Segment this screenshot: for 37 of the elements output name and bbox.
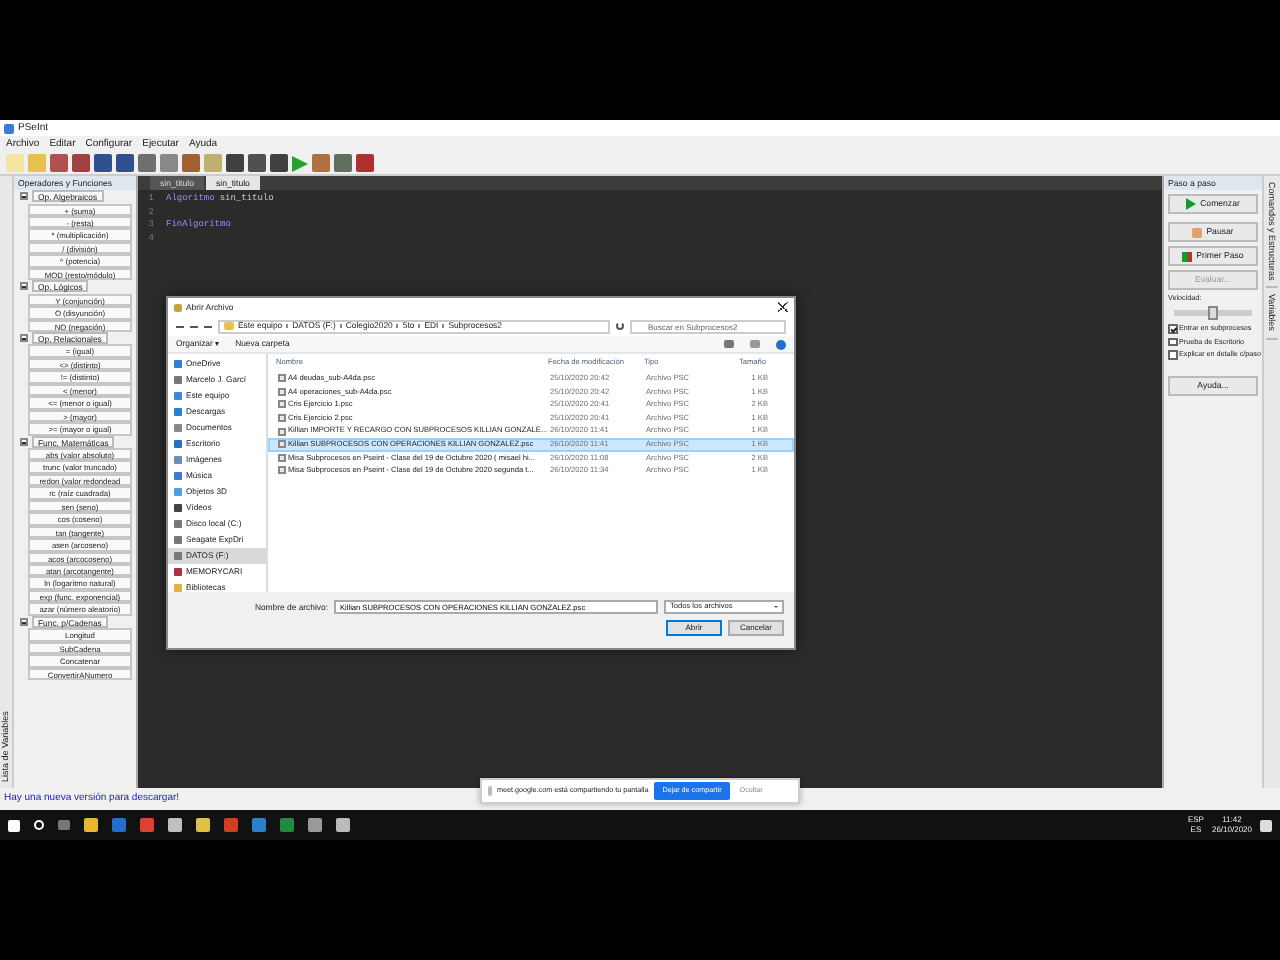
slider-thumb[interactable] xyxy=(1208,306,1218,321)
view-icon[interactable] xyxy=(724,340,734,348)
search-icon[interactable] xyxy=(34,820,44,830)
help-icon[interactable] xyxy=(776,339,786,349)
close-icon[interactable] xyxy=(778,302,788,312)
app-icon xyxy=(4,123,14,133)
preview-pane-icon[interactable] xyxy=(750,340,760,348)
video-icon xyxy=(174,504,182,512)
collapse-icon[interactable] xyxy=(20,334,28,343)
refresh-icon[interactable] xyxy=(616,322,624,330)
play-icon xyxy=(1186,198,1197,210)
image-icon xyxy=(174,456,182,464)
check-icon xyxy=(1169,325,1176,332)
notification-icon[interactable] xyxy=(1260,819,1272,831)
collapse-icon[interactable] xyxy=(20,192,28,201)
step-icon xyxy=(1182,251,1193,261)
desktop-icon xyxy=(174,440,182,448)
folder-icon xyxy=(174,584,182,592)
start-icon[interactable] xyxy=(8,819,20,831)
download-icon xyxy=(174,408,182,416)
folder-icon xyxy=(224,322,234,330)
user-icon xyxy=(174,376,182,384)
dialog-icon xyxy=(174,303,182,311)
document-icon xyxy=(174,424,182,432)
task-view-icon[interactable] xyxy=(58,820,70,830)
cube-icon xyxy=(174,488,182,496)
cloud-icon xyxy=(174,360,182,368)
collapse-icon[interactable] xyxy=(20,437,28,446)
collapse-icon[interactable] xyxy=(20,282,28,291)
music-icon xyxy=(174,472,182,480)
checkbox[interactable] xyxy=(1168,337,1177,347)
card-icon xyxy=(174,568,182,576)
checkbox[interactable] xyxy=(1168,350,1177,360)
checkbox[interactable] xyxy=(1168,324,1177,334)
computer-icon xyxy=(174,392,182,400)
pause-icon xyxy=(1192,227,1203,237)
collapse-icon[interactable] xyxy=(20,617,28,626)
